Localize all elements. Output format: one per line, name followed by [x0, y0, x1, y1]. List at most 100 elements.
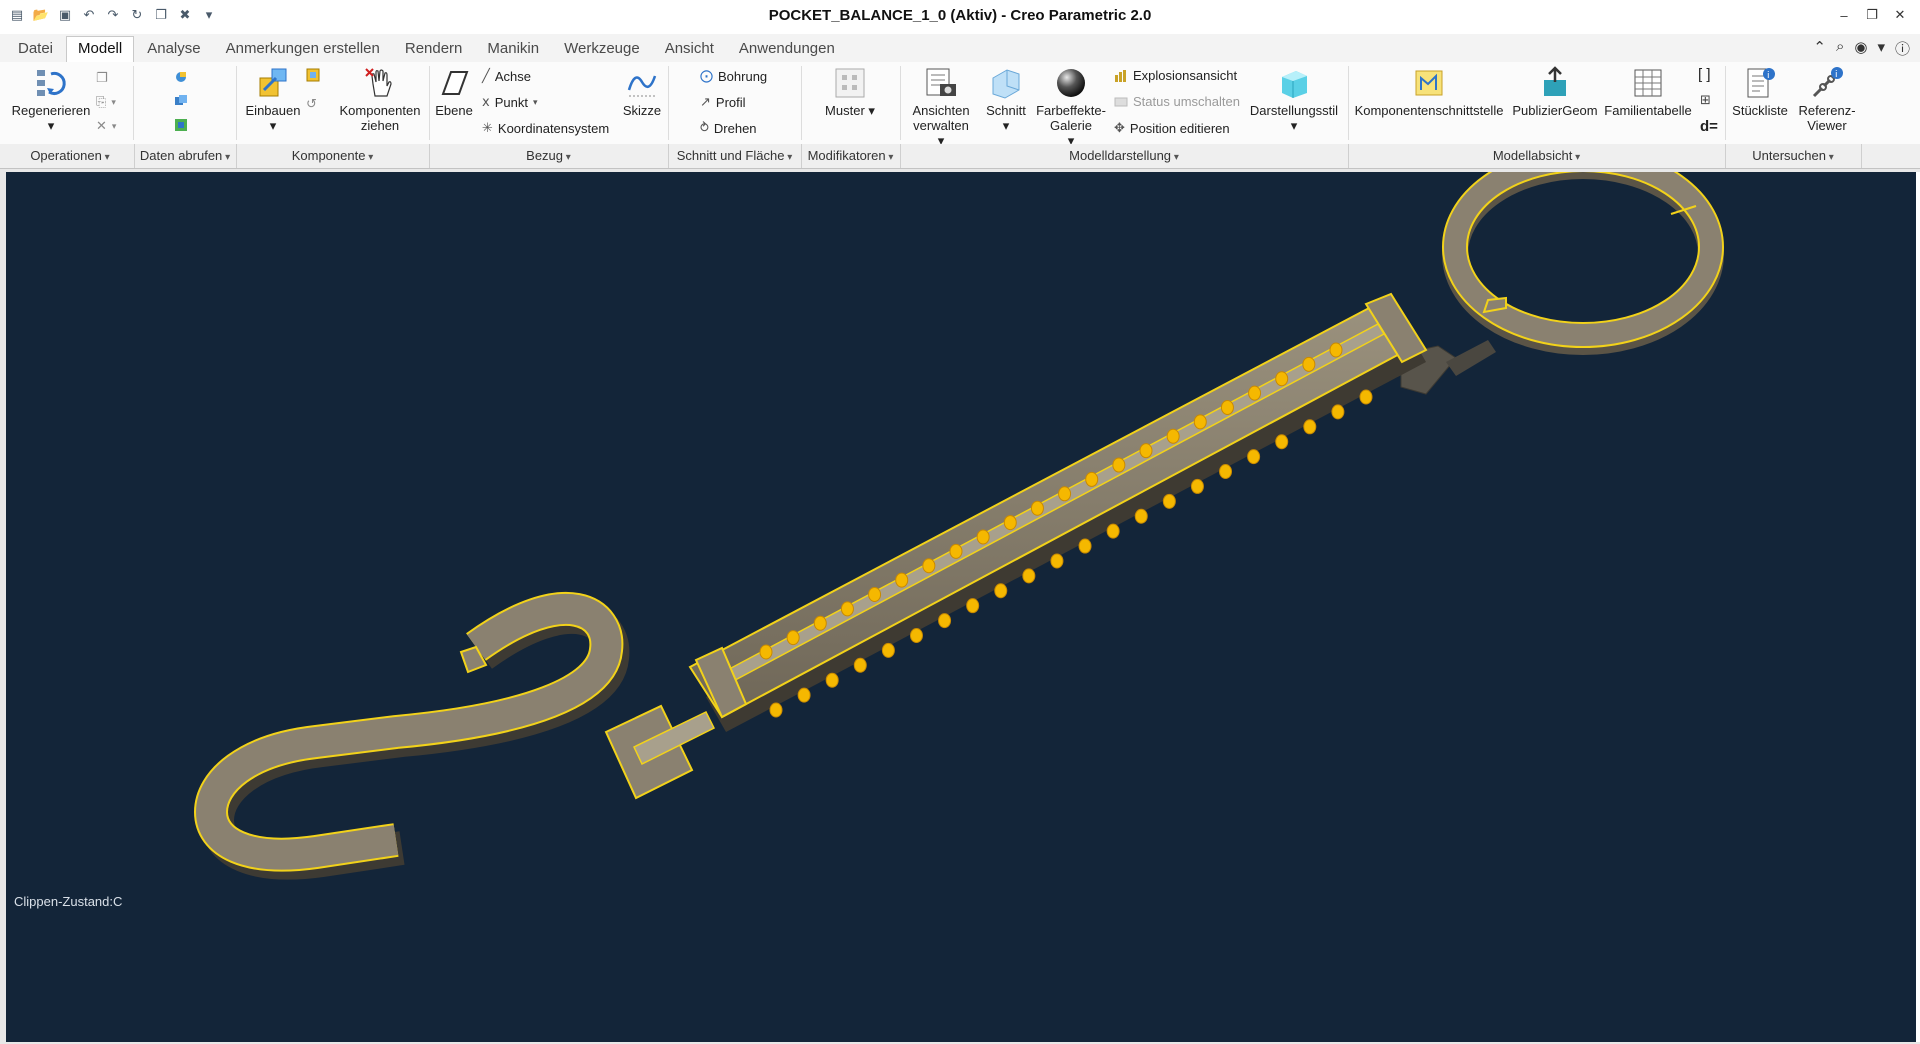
spring-coil: [976, 529, 990, 545]
group-daten-abrufen[interactable]: Daten abrufen: [134, 144, 237, 168]
group-modifikatoren[interactable]: Modifikatoren: [801, 144, 901, 168]
chevron-down-icon: ▾: [111, 120, 117, 131]
parameters-icon: [ ]: [1698, 66, 1711, 83]
hole-label: Bohrung: [718, 68, 768, 84]
spring-coil: [1050, 553, 1064, 569]
revolve-button[interactable]: ⥁ Drehen: [700, 120, 757, 136]
family-table-button[interactable]: Familientabelle: [1602, 66, 1694, 118]
axis-button[interactable]: ╱ Achse: [482, 68, 531, 84]
relations-icon: d=: [1700, 118, 1718, 135]
point-button[interactable]: ⅹ Punkt ▾: [482, 94, 537, 110]
chevron-down-icon: ▾: [1002, 118, 1010, 133]
group-bezug[interactable]: Bezug: [429, 144, 669, 168]
user-defined-feature-button[interactable]: [174, 70, 188, 84]
spring-coil: [949, 543, 963, 559]
bom-button[interactable]: i Stückliste: [1728, 66, 1792, 118]
sketch-label: Skizze: [622, 103, 662, 118]
delete-icon: ✕: [96, 118, 107, 133]
parameters-button[interactable]: [ ]: [1698, 66, 1711, 83]
reference-viewer-icon: i: [1812, 67, 1843, 98]
copy-button[interactable]: ❐: [96, 70, 108, 86]
community-icon[interactable]: ◉: [1854, 38, 1867, 59]
spring-coil: [966, 598, 980, 614]
repeat-button[interactable]: ↺: [306, 96, 317, 112]
copy-geometry-button[interactable]: [174, 94, 188, 108]
hook-part[interactable]: [193, 592, 630, 880]
profile-button[interactable]: ↗ Profil: [700, 94, 746, 110]
toggle-status-button[interactable]: Status umschalten: [1114, 94, 1240, 109]
edit-position-button[interactable]: ✥ Position editieren: [1114, 120, 1230, 136]
dropdown-icon[interactable]: ▾: [1877, 38, 1885, 59]
create-component-button[interactable]: [306, 68, 320, 82]
tab-rendern[interactable]: Rendern: [393, 36, 475, 61]
chevron-down-icon: ▾: [269, 118, 277, 133]
switch-dimensions-button[interactable]: ⊞: [1700, 92, 1711, 108]
tab-datei[interactable]: Datei: [6, 36, 65, 61]
search-icon[interactable]: ⌕: [1836, 38, 1844, 59]
spring-coil: [813, 615, 827, 631]
drag-components-button[interactable]: Komponenten ziehen: [334, 66, 426, 133]
hole-button[interactable]: ⨀ Bohrung: [700, 68, 767, 84]
title-bar: ▤ 📂 ▣ ↶ ↷ ↻ ❐ ✖ ▾ POCKET_BALANCE_1_0 (Ak…: [0, 0, 1920, 35]
manage-views-icon: [926, 68, 956, 96]
component-interface-icon: [1415, 70, 1443, 96]
shrinkwrap-button[interactable]: [174, 118, 188, 132]
spring-housing[interactable]: [688, 292, 1428, 732]
chevron-down-icon: ▾: [1290, 118, 1298, 133]
relations-button[interactable]: d=: [1700, 118, 1718, 135]
graphics-viewport[interactable]: Clippen-Zustand:C: [6, 172, 1916, 1042]
tab-werkzeuge[interactable]: Werkzeuge: [552, 36, 652, 61]
spring-coil: [1003, 515, 1017, 531]
tab-anwendungen[interactable]: Anwendungen: [727, 36, 847, 61]
appearance-gallery-button[interactable]: Farbeffekte-Galerie ▾: [1034, 66, 1108, 148]
spring-coil: [1193, 414, 1207, 430]
group-schnitt-und-flaeche[interactable]: Schnitt und Fläche: [668, 144, 802, 168]
paste-button[interactable]: ⎘ ▾: [96, 94, 116, 110]
display-style-button[interactable]: Darstellungsstil ▾: [1246, 66, 1342, 133]
explode-view-button[interactable]: Explosionsansicht: [1114, 68, 1237, 83]
group-modellabsicht[interactable]: Modellabsicht: [1348, 144, 1726, 168]
group-operationen[interactable]: Operationen: [6, 144, 135, 168]
publish-geom-button[interactable]: PublizierGeom: [1508, 66, 1602, 118]
collapse-ribbon-icon[interactable]: ⌃: [1813, 38, 1826, 59]
spring-coil: [853, 657, 867, 673]
bom-icon: i: [1747, 68, 1775, 98]
minimize-icon[interactable]: –: [1832, 4, 1856, 26]
tab-ansicht[interactable]: Ansicht: [653, 36, 726, 61]
spring-coil: [1112, 457, 1126, 473]
delete-button[interactable]: ✕ ▾: [96, 118, 116, 134]
ring-part[interactable]: [1442, 172, 1724, 355]
chevron-down-icon: ▾: [532, 96, 538, 107]
sketch-icon: [627, 75, 657, 97]
regenerate-button[interactable]: Regenerieren ▾: [8, 66, 94, 133]
spring-coil: [938, 613, 952, 629]
section-button[interactable]: Schnitt ▾: [980, 66, 1032, 133]
point-label: Punkt: [494, 94, 528, 110]
component-interface-button[interactable]: Komponentenschnittstelle: [1352, 66, 1506, 118]
group-modelldarstellung[interactable]: Modelldarstellung: [900, 144, 1349, 168]
tab-analyse[interactable]: Analyse: [135, 36, 212, 61]
edit-position-label: Position editieren: [1129, 120, 1230, 136]
spring-coil: [759, 644, 773, 660]
spring-coil: [797, 687, 811, 703]
tab-modell[interactable]: Modell: [66, 36, 135, 63]
group-untersuchen[interactable]: Untersuchen: [1725, 144, 1862, 168]
restore-icon[interactable]: ❐: [1860, 4, 1884, 26]
close-icon[interactable]: ✕: [1888, 4, 1912, 26]
axis-label: Achse: [494, 68, 531, 84]
spring-coil: [1303, 419, 1317, 435]
csys-label: Koordinatensystem: [497, 120, 610, 136]
hook-rod[interactable]: [604, 704, 716, 800]
reference-viewer-button[interactable]: i Referenz-Viewer: [1792, 66, 1862, 133]
group-komponente[interactable]: Komponente: [236, 144, 430, 168]
tab-manikin[interactable]: Manikin: [475, 36, 551, 61]
csys-button[interactable]: ✳ Koordinatensystem: [482, 120, 609, 136]
assemble-button[interactable]: Einbauen ▾: [238, 66, 308, 133]
assemble-label: Einbauen: [245, 103, 301, 118]
manage-views-button[interactable]: Ansichten verwalten ▾: [902, 66, 980, 148]
pattern-button[interactable]: Muster ▾: [810, 66, 890, 118]
sketch-button[interactable]: Skizze: [618, 66, 666, 118]
tab-anmerkungen[interactable]: Anmerkungen erstellen: [214, 36, 392, 61]
plane-button[interactable]: Ebene: [432, 66, 476, 118]
help-icon[interactable]: ⓘ: [1895, 38, 1910, 59]
